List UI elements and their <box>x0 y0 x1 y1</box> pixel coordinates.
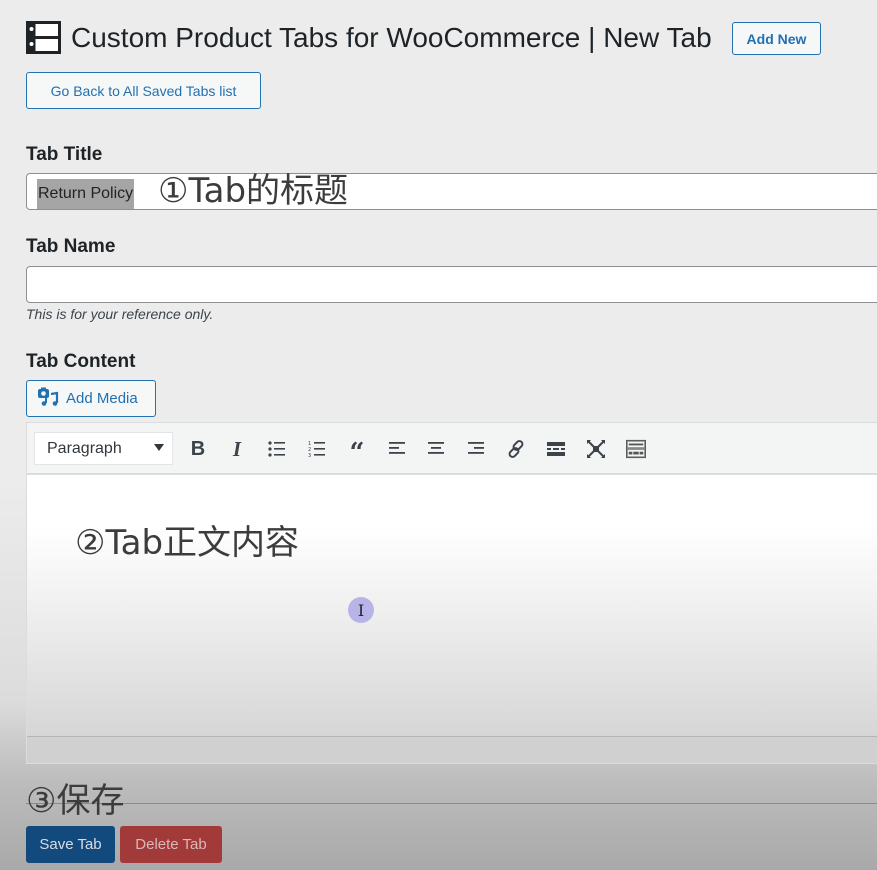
toolbar-toggle-button[interactable] <box>624 437 648 461</box>
text-cursor-glyph: I <box>357 600 365 620</box>
tab-title-input[interactable]: Return Policy <box>26 173 877 210</box>
divider <box>26 803 877 804</box>
numbered-list-button[interactable]: 1 2 3 <box>305 437 329 461</box>
annotation-step-1: ①Tab的标题 <box>158 171 349 211</box>
keyboard-icon <box>626 439 646 459</box>
tab-title-value: Return Policy <box>37 179 135 209</box>
bold-icon: B <box>190 437 206 460</box>
annotation-step-2: ②Tab正文内容 <box>75 523 300 563</box>
align-right-button[interactable] <box>464 437 488 461</box>
editor-content-area[interactable] <box>27 475 877 737</box>
page-title: Custom Product Tabs for WooCommerce | Ne… <box>71 22 712 53</box>
align-center-button[interactable] <box>424 437 448 461</box>
tab-name-input[interactable] <box>26 266 877 303</box>
add-media-label: Add Media <box>66 390 138 407</box>
text-cursor-icon: I <box>348 597 374 623</box>
editor-status-bar <box>27 736 877 763</box>
add-media-button[interactable]: Add Media <box>26 380 156 417</box>
bold-button[interactable]: B <box>186 437 210 461</box>
bulleted-list-icon <box>268 441 285 457</box>
link-icon <box>508 440 524 458</box>
format-select-value: Paragraph <box>47 439 122 457</box>
tab-title-label: Tab Title <box>26 144 103 165</box>
blockquote-icon: “ <box>349 438 365 468</box>
annotation-step-3: ③保存 <box>26 781 125 821</box>
save-tab-button[interactable]: Save Tab <box>26 826 115 863</box>
tab-content-label: Tab Content <box>26 351 136 372</box>
bulleted-list-button[interactable] <box>265 437 289 461</box>
tab-name-label: Tab Name <box>26 236 116 257</box>
insert-link-button[interactable] <box>504 437 528 461</box>
tab-name-hint: This is for your reference only. <box>26 306 214 322</box>
read-more-button[interactable] <box>544 437 568 461</box>
align-center-icon <box>428 442 444 454</box>
read-more-icon <box>547 442 565 456</box>
italic-icon: I <box>232 436 242 461</box>
chevron-down-icon <box>154 444 164 451</box>
go-back-button[interactable]: Go Back to All Saved Tabs list <box>26 72 261 109</box>
italic-button[interactable]: I <box>225 437 249 461</box>
delete-tab-button[interactable]: Delete Tab <box>120 826 222 863</box>
fullscreen-button[interactable] <box>584 437 608 461</box>
align-left-icon <box>389 442 405 454</box>
content-editor: Paragraph B I 1 2 3 “ <box>26 422 877 764</box>
tabs-table-icon <box>26 21 61 54</box>
blockquote-button[interactable]: “ <box>345 437 369 468</box>
fullscreen-icon <box>587 440 605 458</box>
add-new-button[interactable]: Add New <box>732 22 821 55</box>
format-select[interactable]: Paragraph <box>34 432 173 465</box>
numbered-list-icon: 1 2 3 <box>308 441 325 459</box>
editor-toolbar: Paragraph B I 1 2 3 “ <box>27 423 877 475</box>
align-left-button[interactable] <box>385 437 409 461</box>
svg-text:3: 3 <box>308 453 311 459</box>
align-right-icon <box>468 442 484 454</box>
media-icon <box>37 387 59 411</box>
